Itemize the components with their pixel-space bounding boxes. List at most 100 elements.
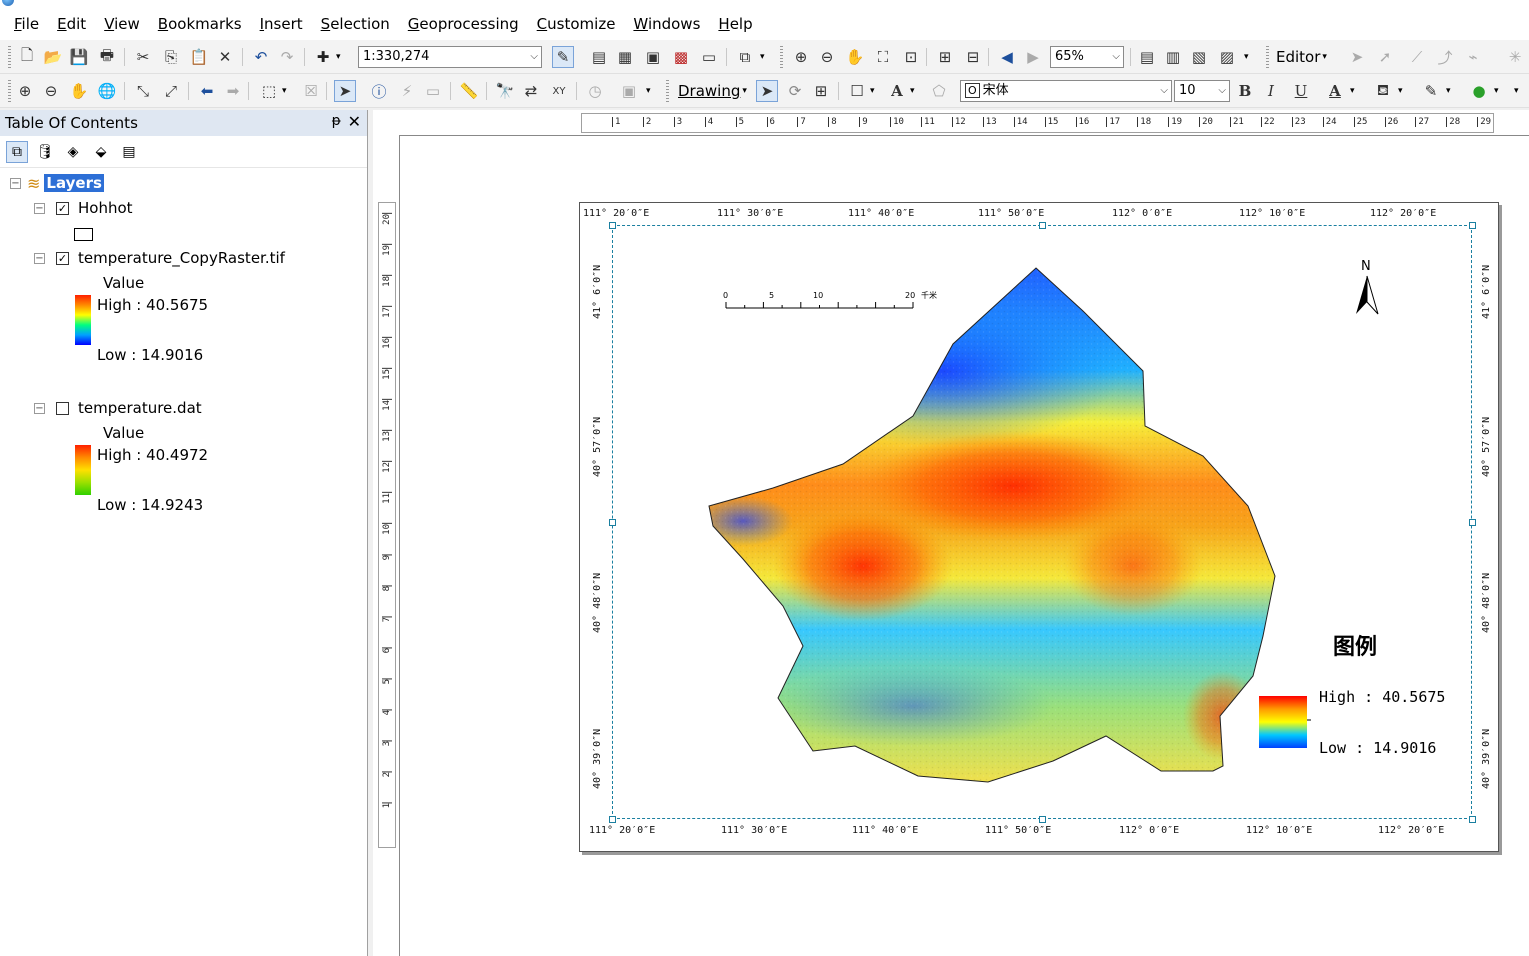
paste-icon[interactable]: 📋 xyxy=(188,46,210,68)
layout-page[interactable]: 0 5 10 20 千米 N 图例 High: 40.5675 Low: 1… xyxy=(399,135,1529,956)
cut-icon[interactable]: ✂ xyxy=(132,46,154,68)
toolbar-grip[interactable] xyxy=(780,46,783,68)
rectangle-icon[interactable]: ☐ xyxy=(846,80,868,102)
layer-row-temperature-copyraster[interactable]: − ✓ temperature_CopyRaster.tif xyxy=(34,247,285,269)
close-icon[interactable]: ✕ xyxy=(348,112,361,131)
font-size-combo[interactable]: 10 ⌵ xyxy=(1174,80,1230,102)
list-by-drawing-order-icon[interactable]: ⧉ xyxy=(6,140,28,163)
toolbar-overflow-icon[interactable]: ▾ xyxy=(760,46,765,68)
bold-button[interactable]: B xyxy=(1234,80,1256,102)
editor-toolbar-icon[interactable]: ✎ xyxy=(552,46,574,68)
select-elements-drawing-icon[interactable]: ➤ xyxy=(756,80,778,102)
pan-icon[interactable]: ✋ xyxy=(68,80,90,102)
fixed-zoom-out-page-icon[interactable]: ⊟ xyxy=(962,46,984,68)
color-ramp-swatch[interactable] xyxy=(75,445,91,495)
chevron-down-icon[interactable]: ⌵ xyxy=(1218,81,1226,101)
fixed-zoom-in-page-icon[interactable]: ⊞ xyxy=(934,46,956,68)
pin-icon[interactable]: ᵽ xyxy=(332,113,341,129)
go-forward-extent-icon[interactable]: ▶ xyxy=(1022,46,1044,68)
html-popup-icon[interactable]: ▭ xyxy=(422,80,444,102)
python-window-icon[interactable]: ▭ xyxy=(698,46,720,68)
zoom-to-selected-icon[interactable]: ⊞ xyxy=(810,80,832,102)
layout-view[interactable]: 1 2 3 4 5 6 7 8 9 10 11 12 13 14 15 16 17 18 19 20 21 22 23 24 2… xyxy=(373,110,1529,956)
collapse-icon[interactable]: − xyxy=(34,402,45,414)
copy-icon[interactable]: ⎘ xyxy=(160,46,182,68)
zoom-out-icon[interactable]: ⊖ xyxy=(40,80,62,102)
straight-segment-icon[interactable]: ⟋ xyxy=(1406,46,1428,68)
new-document-icon[interactable]: 🗋 xyxy=(16,46,38,68)
collapse-icon[interactable]: − xyxy=(34,252,45,264)
menu-file[interactable]: File xyxy=(14,15,39,33)
list-by-source-icon[interactable]: 🛢 xyxy=(34,141,56,163)
options-icon[interactable]: ▤ xyxy=(118,141,140,163)
text-tool-dropdown-icon[interactable]: ▾ xyxy=(910,80,915,102)
horizontal-ruler[interactable]: 1 2 3 4 5 6 7 8 9 10 11 12 13 14 15 16 17 18 19 20 21 22 23 24 2… xyxy=(581,113,1494,133)
layer-row-hohhot[interactable]: − ✓ Hohhot xyxy=(34,197,133,219)
delete-icon[interactable]: ✕ xyxy=(214,46,236,68)
polygon-symbol[interactable] xyxy=(74,223,93,245)
add-data-dropdown-icon[interactable]: ▾ xyxy=(336,46,341,68)
line-color-dropdown-icon[interactable]: ▾ xyxy=(1446,80,1451,102)
map-scale-combo[interactable]: 1:330,274 ⌵ xyxy=(358,46,542,68)
redo-icon[interactable]: ↷ xyxy=(276,46,298,68)
layer-row-temperature-dat[interactable]: − temperature.dat xyxy=(34,397,202,419)
editor-menu[interactable]: Editor ▾ xyxy=(1276,46,1327,68)
sketch-properties-icon[interactable]: ✳ xyxy=(1504,46,1526,68)
drawing-menu[interactable]: Drawing ▾ xyxy=(678,80,747,102)
menu-edit[interactable]: Edit xyxy=(57,15,86,33)
menu-bookmarks[interactable]: Bookmarks xyxy=(158,15,242,33)
vertical-ruler[interactable]: 20 19 18 17 16 15 14 13 12 11 10 9 8 7 6 5 4 3 2 1 xyxy=(378,202,396,848)
zoom-100-icon[interactable]: ⊡ xyxy=(900,46,922,68)
find-route-icon[interactable]: ⇄ xyxy=(520,80,542,102)
back-extent-icon[interactable]: ⬅ xyxy=(196,80,218,102)
toolbar-grip[interactable] xyxy=(666,80,669,102)
chevron-down-icon[interactable]: ⌵ xyxy=(1112,47,1120,67)
identify-icon[interactable]: ⓘ xyxy=(368,80,390,102)
collapse-icon[interactable]: − xyxy=(10,177,21,189)
color-ramp-swatch[interactable] xyxy=(75,295,91,345)
zoom-out-page-icon[interactable]: ⊖ xyxy=(816,46,838,68)
menu-help[interactable]: Help xyxy=(718,15,752,33)
search-window-icon[interactable]: ▣ xyxy=(642,46,664,68)
model-builder-icon[interactable]: ⧉ xyxy=(734,46,756,68)
marker-color-icon[interactable]: ● xyxy=(1468,80,1490,102)
list-by-visibility-icon[interactable]: ◈ xyxy=(62,141,84,163)
edit-tool-icon[interactable]: ➤ xyxy=(1346,46,1368,68)
pan-page-icon[interactable]: ✋ xyxy=(844,46,866,68)
collapse-icon[interactable]: − xyxy=(34,202,45,214)
map-legend[interactable]: 图例 High: 40.5675 Low: 14.9016 xyxy=(1259,634,1445,757)
rectangle-dropdown-icon[interactable]: ▾ xyxy=(870,80,875,102)
toolbar-overflow-icon[interactable]: ▾ xyxy=(646,80,651,102)
layer-visibility-checkbox[interactable]: ✓ xyxy=(56,201,69,215)
toolbar-grip[interactable] xyxy=(8,46,11,68)
underline-button[interactable]: U xyxy=(1290,80,1312,102)
toggle-draft-mode-icon[interactable]: ▤ xyxy=(1136,46,1158,68)
change-layout-icon[interactable]: ▧ xyxy=(1188,46,1210,68)
toolbar-overflow-icon[interactable]: ▾ xyxy=(1514,80,1519,102)
menu-view[interactable]: View xyxy=(104,15,140,33)
fill-color-icon[interactable]: ⛾ xyxy=(1372,80,1394,102)
create-viewer-icon[interactable]: ▣ xyxy=(618,80,640,102)
print-icon[interactable]: 🖶 xyxy=(96,46,118,68)
line-color-icon[interactable]: ✎ xyxy=(1420,80,1442,102)
list-by-selection-icon[interactable]: ⬙ xyxy=(90,141,112,163)
layers-root-row[interactable]: − ≋ Layers xyxy=(10,172,104,194)
data-driven-pages-icon[interactable]: ▨ xyxy=(1216,46,1238,68)
trace-icon[interactable]: ⌁ xyxy=(1462,46,1484,68)
scale-bar[interactable]: 0 5 10 20 千米 xyxy=(723,290,937,309)
font-color-icon[interactable]: A xyxy=(1324,80,1346,102)
add-data-icon[interactable]: ✚ xyxy=(312,46,334,68)
edit-vertices-icon[interactable]: ⬠ xyxy=(928,80,950,102)
chevron-down-icon[interactable]: ⌵ xyxy=(1160,81,1168,101)
menu-customize[interactable]: Customize xyxy=(537,15,616,33)
fixed-zoom-out-icon[interactable]: ⤢ xyxy=(160,80,182,102)
layer-visibility-checkbox[interactable]: ✓ xyxy=(56,251,69,265)
north-arrow[interactable]: N xyxy=(1356,259,1379,315)
zoom-in-page-icon[interactable]: ⊕ xyxy=(790,46,812,68)
find-icon[interactable]: 🔭 xyxy=(494,80,516,102)
font-name-combo[interactable]: O 宋体 ⌵ xyxy=(960,80,1172,102)
go-back-extent-icon[interactable]: ◀ xyxy=(996,46,1018,68)
rotate-icon[interactable]: ⟳ xyxy=(784,80,806,102)
chevron-down-icon[interactable]: ⌵ xyxy=(530,47,538,67)
save-icon[interactable]: 💾 xyxy=(68,46,90,68)
